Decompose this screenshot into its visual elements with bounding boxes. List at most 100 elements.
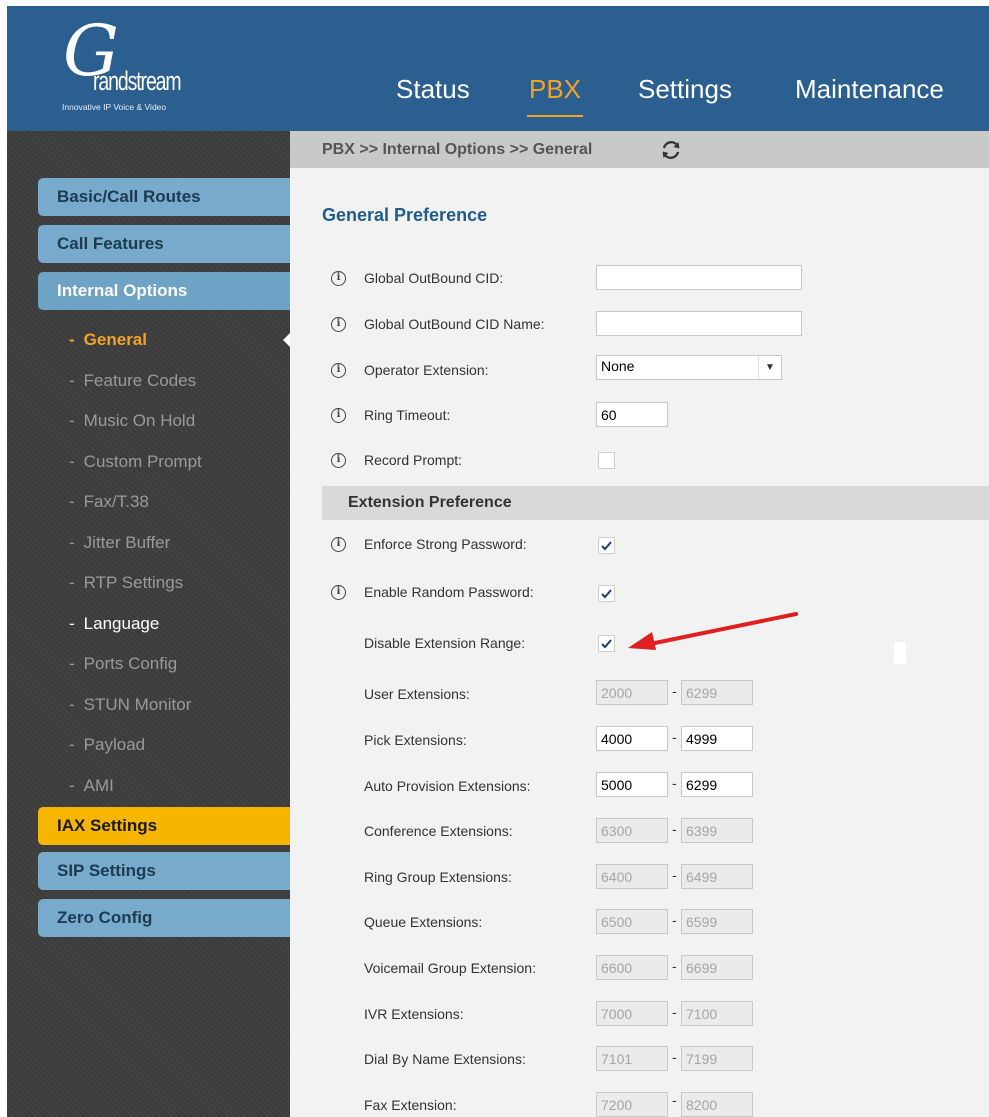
sidebar-item-stun-monitor[interactable]: - STUN Monitor (69, 695, 191, 715)
sidebar-item-ports-config[interactable]: - Ports Config (69, 654, 177, 674)
range-from-input[interactable] (596, 1092, 668, 1117)
global-outbound-cid-name-input[interactable] (596, 311, 802, 336)
range-from-input[interactable] (596, 772, 668, 797)
disable-extension-range-checkbox[interactable] (598, 635, 615, 652)
range-separator: - (672, 1092, 677, 1108)
range-label: Auto Provision Extensions: (364, 778, 531, 794)
extension-preference-title: Extension Preference (348, 494, 512, 511)
enable-random-password-label: Enable Random Password: (364, 584, 534, 600)
range-to-input[interactable] (681, 818, 753, 843)
dash-glyph: - (69, 330, 75, 349)
info-icon[interactable]: i (331, 408, 346, 423)
nav-settings[interactable]: Settings (638, 74, 732, 105)
dash-glyph: - (69, 411, 75, 430)
sidebar-item-label: General (83, 330, 147, 349)
range-label: Conference Extensions: (364, 823, 513, 839)
range-to-input[interactable] (681, 680, 753, 705)
range-from-input[interactable] (596, 680, 668, 705)
range-from-input[interactable] (596, 1001, 668, 1026)
dash-glyph: - (69, 776, 75, 795)
nav-pbx[interactable]: PBX (526, 74, 584, 117)
sidebar-item-general[interactable]: - General (69, 330, 147, 350)
red-annotation-arrow-icon (628, 612, 798, 650)
grandstream-logo[interactable]: G randstream Innovative IP Voice & Video (57, 16, 207, 122)
range-from-input[interactable] (596, 726, 668, 751)
logo-wordmark: randstream (93, 66, 182, 96)
sidebar-tab-iax-settings[interactable]: IAX Settings (38, 807, 290, 845)
sidebar-item-jitter-buffer[interactable]: - Jitter Buffer (69, 533, 170, 553)
section-title-general-preference: General Preference (322, 205, 488, 225)
sidebar-tab-basic-call-routes[interactable]: Basic/Call Routes (38, 178, 290, 216)
range-from-input[interactable] (596, 818, 668, 843)
checkmark-icon (601, 589, 612, 599)
sidebar-item-label: AMI (83, 776, 114, 795)
dash-glyph: - (69, 492, 75, 511)
range-to-input[interactable] (681, 772, 753, 797)
range-label: Fax Extension: (364, 1097, 457, 1113)
dash-glyph: - (69, 654, 75, 673)
enable-random-password-checkbox[interactable] (598, 585, 615, 602)
sidebar-item-label: Ports Config (83, 654, 178, 673)
range-separator: - (672, 1004, 677, 1020)
info-icon[interactable]: i (331, 585, 346, 600)
range-to-input[interactable] (681, 726, 753, 751)
range-label: User Extensions: (364, 686, 470, 702)
operator-extension-value: None (601, 358, 635, 374)
range-to-input[interactable] (681, 1092, 753, 1117)
nav-status[interactable]: Status (396, 74, 470, 105)
info-icon[interactable]: i (331, 271, 346, 286)
main-content: General Preference i Global OutBound CID… (290, 168, 989, 1117)
range-separator: - (672, 1049, 677, 1065)
sidebar-tab-sip-settings[interactable]: SIP Settings (38, 852, 290, 890)
sidebar-item-music-on-hold[interactable]: - Music On Hold (69, 411, 195, 431)
sidebar-item-fax-t38[interactable]: - Fax/T.38 (69, 492, 149, 512)
range-to-input[interactable] (681, 955, 753, 980)
range-from-input[interactable] (596, 1046, 668, 1071)
enforce-strong-password-checkbox[interactable] (598, 537, 615, 554)
sidebar: Basic/Call Routes Call Features Internal… (7, 131, 294, 1117)
sidebar-item-feature-codes[interactable]: - Feature Codes (69, 371, 196, 391)
info-icon[interactable]: i (331, 453, 346, 468)
range-separator: - (672, 912, 677, 928)
range-label: Ring Group Extensions: (364, 869, 512, 885)
checkmark-icon (601, 541, 612, 551)
range-to-input[interactable] (681, 864, 753, 889)
range-from-input[interactable] (596, 955, 668, 980)
operator-extension-select[interactable]: None ▼ (596, 355, 782, 380)
range-to-input[interactable] (681, 1046, 753, 1071)
breadcrumb: PBX >> Internal Options >> General (290, 131, 989, 168)
range-label: Dial By Name Extensions: (364, 1051, 526, 1067)
global-outbound-cid-name-label: Global OutBound CID Name: (364, 316, 545, 332)
global-outbound-cid-input[interactable] (596, 265, 802, 290)
range-separator: - (672, 683, 677, 699)
info-icon[interactable]: i (331, 317, 346, 332)
sidebar-item-label: Fax/T.38 (83, 492, 149, 511)
sidebar-item-payload[interactable]: - Payload (69, 735, 145, 755)
nav-maintenance[interactable]: Maintenance (795, 74, 944, 105)
dash-glyph: - (69, 371, 75, 390)
info-icon[interactable]: i (331, 363, 346, 378)
ring-timeout-input[interactable] (596, 402, 668, 427)
dropdown-arrow-icon: ▼ (758, 356, 781, 379)
range-label: Queue Extensions: (364, 914, 483, 930)
sidebar-tab-internal-options[interactable]: Internal Options (38, 272, 290, 310)
sidebar-item-label: Language (83, 614, 160, 633)
range-to-input[interactable] (681, 1001, 753, 1026)
logo-tagline: Innovative IP Voice & Video (62, 102, 167, 112)
record-prompt-checkbox[interactable] (598, 452, 615, 469)
range-from-input[interactable] (596, 909, 668, 934)
info-icon[interactable]: i (331, 537, 346, 552)
sidebar-item-language[interactable]: - Language (69, 614, 159, 634)
dash-glyph: - (69, 573, 75, 592)
range-to-input[interactable] (681, 909, 753, 934)
record-prompt-label: Record Prompt: (364, 452, 463, 468)
sidebar-item-custom-prompt[interactable]: - Custom Prompt (69, 452, 202, 472)
range-from-input[interactable] (596, 864, 668, 889)
sidebar-tab-zero-config[interactable]: Zero Config (38, 899, 290, 937)
sidebar-item-label: RTP Settings (83, 573, 184, 592)
refresh-icon[interactable] (660, 139, 682, 161)
sidebar-item-rtp-settings[interactable]: - RTP Settings (69, 573, 183, 593)
sidebar-tab-call-features[interactable]: Call Features (38, 225, 290, 263)
sidebar-item-label: STUN Monitor (83, 695, 192, 714)
sidebar-item-ami[interactable]: - AMI (69, 776, 114, 796)
